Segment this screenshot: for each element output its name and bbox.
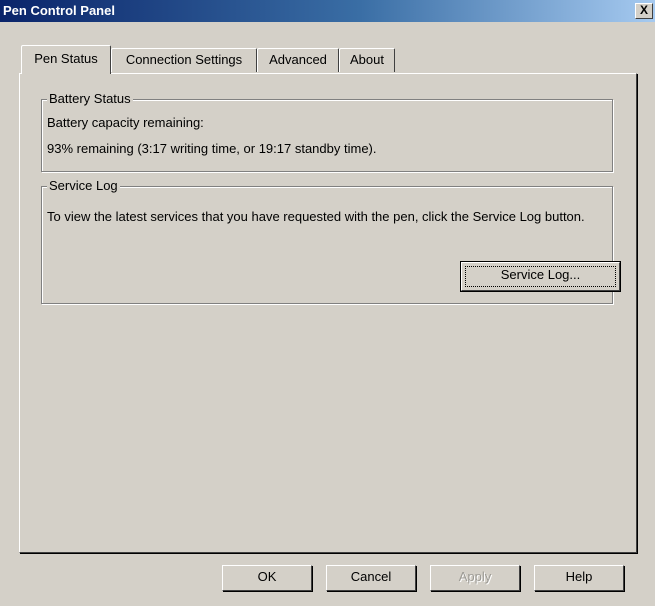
service-log-label: Service Log bbox=[47, 178, 120, 194]
tab-advanced-label: Advanced bbox=[269, 52, 327, 67]
pen-status-panel: Battery Status Battery capacity remainin… bbox=[19, 73, 637, 553]
battery-status-label: Battery Status bbox=[47, 91, 133, 107]
tab-pen-status-label: Pen Status bbox=[34, 51, 98, 66]
tab-connection-settings-label: Connection Settings bbox=[125, 52, 243, 67]
ok-button-label: OK bbox=[257, 569, 277, 584]
close-icon: X bbox=[639, 3, 648, 17]
tab-pen-status[interactable]: Pen Status bbox=[21, 45, 111, 74]
pen-control-panel-window: Pen Control Panel X Pen Status Connectio… bbox=[0, 0, 655, 606]
cancel-button[interactable]: Cancel bbox=[326, 565, 416, 591]
close-button[interactable]: X bbox=[635, 3, 653, 19]
battery-capacity-label: Battery capacity remaining: bbox=[47, 115, 204, 130]
tab-advanced[interactable]: Advanced bbox=[257, 48, 339, 72]
service-log-button[interactable]: Service Log... bbox=[460, 261, 621, 292]
help-button-label: Help bbox=[565, 569, 593, 584]
battery-remaining-text: 93% remaining (3:17 writing time, or 19:… bbox=[47, 141, 377, 156]
tab-connection-settings[interactable]: Connection Settings bbox=[111, 48, 257, 72]
window-title: Pen Control Panel bbox=[3, 3, 115, 18]
battery-status-group: Battery Status Battery capacity remainin… bbox=[41, 91, 613, 172]
tab-about-label: About bbox=[350, 52, 384, 67]
tab-about[interactable]: About bbox=[339, 48, 395, 72]
help-button[interactable]: Help bbox=[534, 565, 624, 591]
service-log-description: To view the latest services that you hav… bbox=[47, 209, 585, 224]
service-log-button-label: Service Log... bbox=[465, 266, 616, 287]
ok-button[interactable]: OK bbox=[222, 565, 312, 591]
apply-button-label: Apply bbox=[458, 569, 492, 584]
service-log-group: Service Log To view the latest services … bbox=[41, 178, 621, 304]
apply-button: Apply bbox=[430, 565, 520, 591]
title-bar[interactable]: Pen Control Panel X bbox=[0, 0, 655, 22]
cancel-button-label: Cancel bbox=[350, 569, 392, 584]
